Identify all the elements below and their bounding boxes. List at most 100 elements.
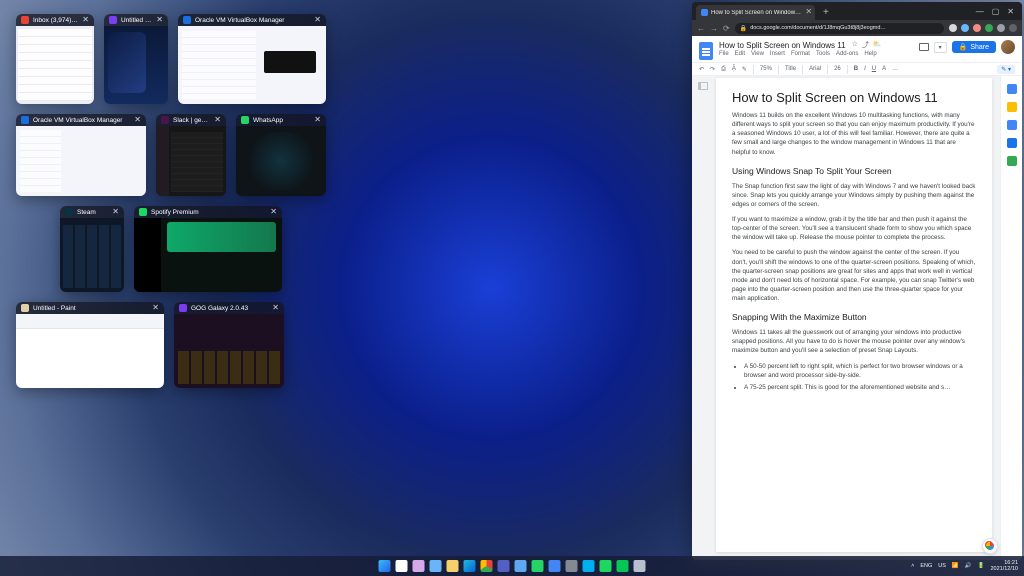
explorer-icon[interactable] [447,560,459,572]
zoom-select[interactable]: 75% [760,66,772,72]
close-icon[interactable]: ✕ [112,208,119,216]
menu-file[interactable]: File [719,51,729,57]
paint-format-button[interactable]: ✎ [742,66,747,73]
snap-thumb-whatsapp[interactable]: WhatsApp✕ [236,114,326,196]
whatsapp-icon [241,116,249,124]
present-icon[interactable] [919,43,929,51]
move-icon[interactable]: ⤴ [862,40,869,50]
line-icon[interactable] [617,560,629,572]
new-tab-button[interactable]: + [819,7,833,20]
spotify-icon[interactable] [600,560,612,572]
settings-icon[interactable] [566,560,578,572]
bold-button[interactable]: B [854,66,858,72]
share-button[interactable]: 🔒Share [952,41,996,53]
italic-button[interactable]: I [864,66,866,72]
menu-edit[interactable]: Edit [735,51,745,57]
style-select[interactable]: Title [785,66,796,72]
text-color-button[interactable]: A [882,66,886,72]
start-icon[interactable] [379,560,391,572]
ext-icon[interactable] [973,24,981,32]
print-button[interactable]: ⎙ [721,66,726,73]
store-icon[interactable] [515,560,527,572]
menu-insert[interactable]: Insert [770,51,785,57]
redo-button[interactable]: ↷ [710,66,715,73]
ext-icon[interactable] [949,24,957,32]
keep-icon[interactable] [1007,102,1017,112]
back-icon[interactable]: ← [697,24,705,33]
menu-addons[interactable]: Add-ons [836,51,858,57]
menu-tools[interactable]: Tools [816,51,830,57]
explore-button[interactable]: 2 [982,538,998,554]
snap-thumb-virtualbox-2[interactable]: Oracle VM VirtualBox Manager✕ [16,114,146,196]
maximize-button[interactable]: ▢ [992,7,1000,16]
close-icon[interactable]: ✕ [272,304,279,312]
close-icon[interactable]: ✕ [314,16,321,24]
menu-format[interactable]: Format [791,51,810,57]
star-icon[interactable]: ☆ [852,40,858,50]
close-icon[interactable]: ✕ [270,208,277,216]
forward-icon[interactable]: → [710,24,718,33]
close-icon[interactable]: ✕ [152,304,159,312]
ext-icon[interactable] [985,24,993,32]
tasks-icon[interactable] [1007,120,1017,130]
tray-chevron-icon[interactable]: ˄ [911,563,914,569]
snap-thumb-gog[interactable]: GOG Galaxy 2.0.43✕ [174,302,284,388]
omnibox[interactable]: 🔒 docs.google.com/document/d/1J8mqGu3t8j… [735,23,944,34]
clock[interactable]: 16:21 2021/12/10 [990,560,1018,572]
minimize-button[interactable]: — [976,7,984,16]
widgets-icon[interactable] [430,560,442,572]
snap-thumb-slack[interactable]: Slack | general | A✕ [156,114,226,196]
search-icon[interactable] [396,560,408,572]
docs-icon[interactable] [549,560,561,572]
cloud-status-icon[interactable]: ⛅ [873,40,882,50]
docs-logo-icon[interactable] [699,42,713,60]
menu-view[interactable]: View [751,51,764,57]
document-page[interactable]: How to Split Screen on Windows 11 Window… [716,78,992,552]
snap-thumb-inbox[interactable]: Inbox (3,974) — w.✕ [16,14,94,104]
ext-icon[interactable] [997,24,1005,32]
taskview-icon[interactable] [413,560,425,572]
close-icon[interactable]: ✕ [134,116,141,124]
tab-close-icon[interactable]: ✕ [805,8,812,16]
battery-icon[interactable]: 🔋 [978,563,985,569]
wifi-icon[interactable]: 📶 [952,563,959,569]
edge-icon[interactable] [464,560,476,572]
calendar-icon[interactable] [1007,84,1017,94]
font-select[interactable]: Arial [809,66,821,72]
more-button[interactable]: … [892,66,898,72]
tray-lang[interactable]: ENG [920,563,932,569]
document-title[interactable]: How to Split Screen on Windows 11 [719,41,846,50]
reload-icon[interactable]: ⟳ [723,24,730,33]
close-icon[interactable]: ✕ [214,116,221,124]
underline-button[interactable]: U [872,66,876,72]
skype-icon[interactable] [583,560,595,572]
mail-icon[interactable] [634,560,646,572]
tab-active[interactable]: How to Split Screen on Window… ✕ [696,5,815,20]
outline-toggle-icon[interactable] [698,82,708,90]
undo-button[interactable]: ↶ [699,66,704,73]
font-size-input[interactable]: 26 [834,66,841,72]
browser-menu-icon[interactable] [1009,24,1017,32]
snap-thumb-design[interactable]: Untitled design —✕ [104,14,168,104]
ext-icon[interactable] [961,24,969,32]
editing-mode-button[interactable]: ✎ ▾ [997,65,1015,74]
close-icon[interactable]: ✕ [156,16,163,24]
menu-help[interactable]: Help [864,51,876,57]
spellcheck-button[interactable]: Ặ [732,66,736,72]
window-close-button[interactable]: ✕ [1007,7,1014,16]
volume-icon[interactable]: 🔊 [965,563,972,569]
snap-thumb-spotify[interactable]: Spotify Premium✕ [134,206,282,292]
chrome-icon[interactable] [481,560,493,572]
tray-layout[interactable]: US [938,563,946,569]
snap-thumb-virtualbox[interactable]: Oracle VM VirtualBox Manager✕ [178,14,326,104]
account-avatar[interactable] [1001,40,1015,54]
maps-icon[interactable] [1007,156,1017,166]
teams-icon[interactable] [498,560,510,572]
snap-thumb-paint[interactable]: Untitled - Paint✕ [16,302,164,388]
contacts-icon[interactable] [1007,138,1017,148]
close-icon[interactable]: ✕ [314,116,321,124]
close-icon[interactable]: ✕ [82,16,89,24]
mode-dropdown[interactable]: ▾ [934,42,947,53]
snap-thumb-steam[interactable]: Steam✕ [60,206,124,292]
whatsapp-icon[interactable] [532,560,544,572]
